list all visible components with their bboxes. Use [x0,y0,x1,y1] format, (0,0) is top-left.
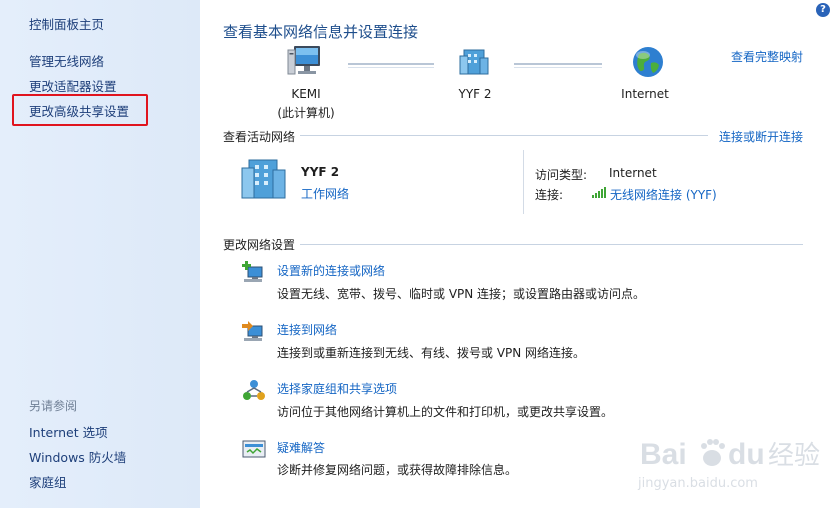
task-troubleshoot-link[interactable]: 疑难解答 [277,439,325,456]
task-setup-connection-link[interactable]: 设置新的连接或网络 [277,262,385,279]
connection-label: 连接: [535,188,564,202]
active-network-name: YYF 2 [301,165,340,179]
map-node-network-name: YYF 2 [458,87,492,101]
network-building-icon [241,159,286,199]
see-also-label: 另请参阅 [29,399,78,413]
svg-text:经验: 经验 [768,441,820,471]
sidebar-item-homegroup[interactable]: 家庭组 [29,472,67,491]
highlight-annotation-box [12,94,148,126]
computer-icon [287,46,320,75]
signal-strength-icon [592,187,606,198]
troubleshoot-icon [242,440,266,458]
section-divider [300,135,708,136]
help-icon[interactable]: ? [816,3,830,17]
homegroup-icon [243,380,265,400]
svg-text:Bai: Bai [640,438,687,471]
sidebar-item-adapter-settings[interactable]: 更改适配器设置 [29,76,117,95]
task-troubleshoot-desc: 诊断并修复网络问题，或获得故障排除信息。 [277,463,518,477]
access-type-label: 访问类型: [535,168,588,182]
connect-network-icon [242,321,263,341]
network-type-link[interactable]: 工作网络 [301,185,349,202]
section-divider [300,244,803,245]
task-connect-network-link[interactable]: 连接到网络 [277,321,337,338]
task-homegroup-desc: 访问位于其他网络计算机上的文件和打印机，或更改共享设置。 [277,405,614,419]
sidebar: 控制面板主页 管理无线网络 更改适配器设置 更改高级共享设置 另请参阅 Inte… [0,0,200,508]
baidu-watermark: Bai du 经验 jingyan.baidu.com [636,428,832,506]
sidebar-item-manage-wireless[interactable]: 管理无线网络 [29,51,104,70]
vertical-divider [523,150,524,214]
map-node-computer-name: KEMI [291,87,321,101]
globe-icon [633,47,663,77]
network-building-icon [459,49,489,75]
sidebar-home-link[interactable]: 控制面板主页 [29,14,104,33]
map-connection-line [348,63,434,68]
task-connect-network-desc: 连接到或重新连接到无线、有线、拨号或 VPN 网络连接。 [277,346,586,360]
task-setup-connection-desc: 设置无线、宽带、拨号、临时或 VPN 连接；或设置路由器或访问点。 [277,287,646,301]
task-homegroup-link[interactable]: 选择家庭组和共享选项 [277,380,397,397]
main-content: ? 查看基本网络信息并设置连接 查看完整映射 KEMI (此计算机) YYF 2… [200,0,834,508]
new-connection-icon [242,261,263,282]
sidebar-item-internet-options[interactable]: Internet 选项 [29,422,108,441]
watermark-url: jingyan.baidu.com [638,476,758,491]
active-networks-heading: 查看活动网络 [223,130,296,144]
view-full-map-link[interactable]: 查看完整映射 [731,48,803,65]
map-node-computer-sub: (此计算机) [277,106,335,120]
access-type-value: Internet [609,166,657,180]
svg-text:du: du [728,438,765,471]
change-settings-heading: 更改网络设置 [223,238,296,252]
map-connection-line [514,63,602,68]
map-node-internet-name: Internet [621,87,669,101]
page-title: 查看基本网络信息并设置连接 [223,23,419,41]
connect-disconnect-link[interactable]: 连接或断开连接 [719,128,803,145]
sidebar-item-windows-firewall[interactable]: Windows 防火墙 [29,447,126,466]
connection-link[interactable]: 无线网络连接 (YYF) [610,186,717,203]
